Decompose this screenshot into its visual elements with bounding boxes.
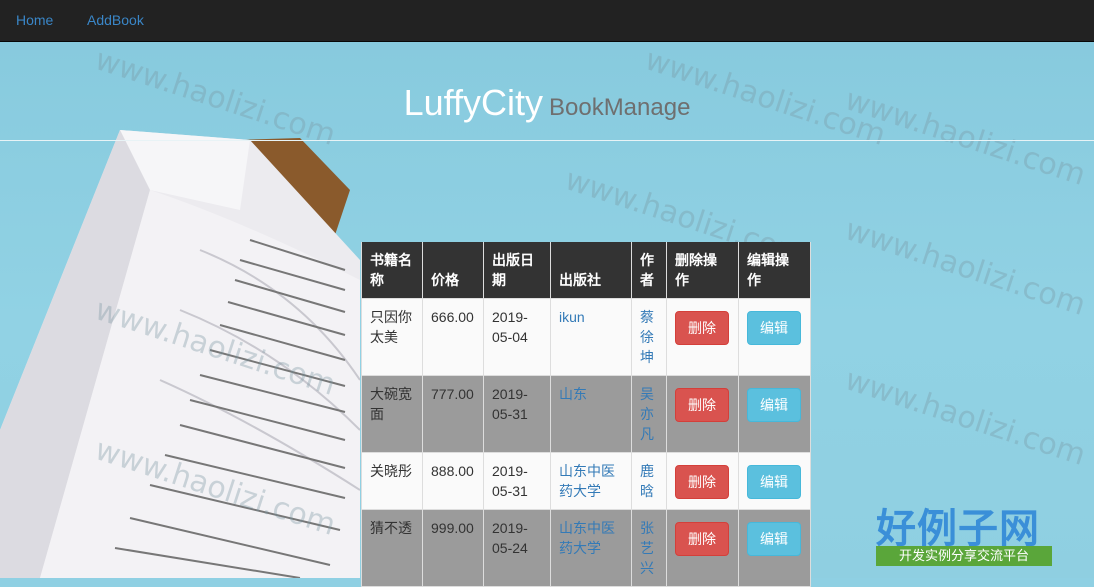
- site-logo: 好例子网 开发实例分享交流平台: [872, 496, 1054, 570]
- publisher-link[interactable]: 山东中医药大学: [559, 520, 615, 556]
- delete-button[interactable]: 删除: [675, 311, 729, 345]
- book-author-cell: 鹿晗: [631, 452, 667, 510]
- column-header-edit: 编辑操作: [738, 242, 811, 299]
- edit-button[interactable]: 编辑: [747, 522, 801, 556]
- book-name-cell: 只因你太美: [361, 298, 423, 376]
- book-price-cell: 777.00: [422, 375, 484, 453]
- edit-cell: 编辑: [738, 298, 811, 376]
- delete-cell: 删除: [666, 375, 739, 453]
- column-header-publisher: 出版社: [550, 242, 632, 299]
- column-header-date: 出版日期: [483, 242, 551, 299]
- book-author-cell: 吴亦凡: [631, 375, 667, 453]
- book-publisher-cell: 山东中医药大学: [550, 452, 632, 510]
- book-name-cell: 关晓彤: [361, 452, 423, 510]
- column-header-name: 书籍名称: [361, 242, 423, 299]
- brand-title: LuffyCity: [403, 82, 543, 123]
- book-publisher-cell: ikun: [550, 298, 632, 376]
- nav-addbook-link[interactable]: AddBook: [87, 12, 144, 28]
- book-date-cell: 2019-05-31: [483, 452, 551, 510]
- brand-subtitle: BookManage: [548, 94, 691, 121]
- watermark-text: www.haolizi.com: [840, 362, 1090, 473]
- open-book-image: [0, 130, 360, 578]
- author-link[interactable]: 张艺兴: [640, 520, 654, 576]
- site-logo-tagline: 开发实例分享交流平台: [876, 546, 1052, 566]
- edit-cell: 编辑: [738, 375, 811, 453]
- author-link[interactable]: 吴亦凡: [640, 386, 654, 442]
- publisher-link[interactable]: 山东: [559, 386, 587, 402]
- page-header: LuffyCity BookManage: [0, 42, 1094, 141]
- book-date-cell: 2019-05-04: [483, 298, 551, 376]
- edit-cell: 编辑: [738, 452, 811, 510]
- delete-cell: 删除: [666, 298, 739, 376]
- table-row: 关晓彤 888.00 2019-05-31 山东中医药大学 鹿晗 删除 编辑: [361, 452, 811, 510]
- publisher-link[interactable]: 山东中医药大学: [559, 463, 615, 499]
- book-publisher-cell: 山东中医药大学: [550, 509, 632, 587]
- top-navbar: Home AddBook: [0, 0, 1094, 42]
- book-name-cell: 猜不透: [361, 509, 423, 587]
- book-price-cell: 666.00: [422, 298, 484, 376]
- nav-home-link[interactable]: Home: [16, 12, 53, 28]
- book-date-cell: 2019-05-31: [483, 375, 551, 453]
- table-row: 猜不透 999.00 2019-05-24 山东中医药大学 张艺兴 删除 编辑: [361, 509, 811, 587]
- table-row: 大碗宽面 777.00 2019-05-31 山东 吴亦凡 删除 编辑: [361, 375, 811, 453]
- book-price-cell: 999.00: [422, 509, 484, 587]
- delete-cell: 删除: [666, 452, 739, 510]
- book-author-cell: 张艺兴: [631, 509, 667, 587]
- books-table: 书籍名称 价格 出版日期 出版社 作者 删除操作 编辑操作 只因你太美 666.…: [361, 242, 811, 587]
- publisher-link[interactable]: ikun: [559, 309, 585, 325]
- delete-cell: 删除: [666, 509, 739, 587]
- author-link[interactable]: 蔡徐坤: [640, 309, 654, 365]
- book-author-cell: 蔡徐坤: [631, 298, 667, 376]
- book-name-cell: 大碗宽面: [361, 375, 423, 453]
- delete-button[interactable]: 删除: [675, 465, 729, 499]
- author-link[interactable]: 鹿晗: [640, 463, 654, 499]
- brand-heading: LuffyCity BookManage: [0, 82, 1094, 124]
- delete-button[interactable]: 删除: [675, 522, 729, 556]
- watermark-text: www.haolizi.com: [840, 212, 1090, 323]
- book-date-cell: 2019-05-24: [483, 509, 551, 587]
- column-header-price: 价格: [422, 242, 484, 299]
- edit-cell: 编辑: [738, 509, 811, 587]
- edit-button[interactable]: 编辑: [747, 388, 801, 422]
- column-header-delete: 删除操作: [666, 242, 739, 299]
- column-header-author: 作者: [631, 242, 667, 299]
- table-header-row: 书籍名称 价格 出版日期 出版社 作者 删除操作 编辑操作: [361, 242, 811, 299]
- book-publisher-cell: 山东: [550, 375, 632, 453]
- edit-button[interactable]: 编辑: [747, 311, 801, 345]
- edit-button[interactable]: 编辑: [747, 465, 801, 499]
- delete-button[interactable]: 删除: [675, 388, 729, 422]
- book-price-cell: 888.00: [422, 452, 484, 510]
- table-row: 只因你太美 666.00 2019-05-04 ikun 蔡徐坤 删除 编辑: [361, 298, 811, 376]
